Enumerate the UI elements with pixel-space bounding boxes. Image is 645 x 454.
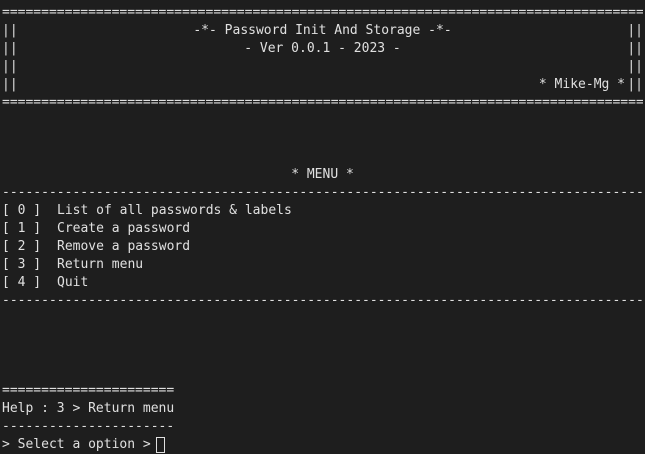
right-border: || bbox=[627, 59, 643, 74]
menu-top-rule: ----------------------------------------… bbox=[2, 185, 643, 200]
menu-bottom-rule: ----------------------------------------… bbox=[2, 293, 643, 308]
menu-item-create[interactable]: [ 1 ] Create a password bbox=[2, 220, 643, 238]
menu-item-label: Create a password bbox=[57, 221, 191, 236]
menu-item-index: [ 2 ] bbox=[2, 239, 42, 254]
help-bottom-rule: ---------------------- bbox=[2, 419, 175, 434]
menu-item-remove[interactable]: [ 2 ] Remove a password bbox=[2, 238, 643, 256]
help-top-rule: ====================== bbox=[2, 383, 175, 398]
menu-item-index: [ 0 ] bbox=[2, 203, 42, 218]
menu-item-label: Return menu bbox=[57, 257, 144, 272]
header-empty-row: || || bbox=[2, 58, 643, 76]
app-title: -*- Password Init And Storage -*- bbox=[193, 23, 452, 38]
menu-item-quit[interactable]: [ 4 ] Quit bbox=[2, 274, 643, 292]
menu-item-label: List of all passwords & labels bbox=[57, 203, 292, 218]
left-border: || bbox=[2, 59, 18, 74]
help-text: Help : 3 > Return menu bbox=[2, 401, 175, 416]
menu-item-index: [ 1 ] bbox=[2, 221, 42, 236]
menu-item-index: [ 3 ] bbox=[2, 257, 42, 272]
right-border: || bbox=[627, 77, 643, 92]
menu-item-list[interactable]: [ 0 ] List of all passwords & labels bbox=[2, 202, 643, 220]
menu-item-index: [ 4 ] bbox=[2, 275, 42, 290]
header-title-row: || -*- Password Init And Storage -*- || bbox=[2, 22, 643, 40]
menu-item-return[interactable]: [ 3 ] Return menu bbox=[2, 256, 643, 274]
right-border: || bbox=[627, 23, 643, 38]
header-bottom-rule: ========================================… bbox=[2, 95, 643, 110]
menu-item-label: Quit bbox=[57, 275, 89, 290]
left-border: || bbox=[2, 77, 18, 92]
prompt-label: > Select a option > bbox=[2, 437, 151, 452]
menu-title: * MENU * bbox=[291, 167, 354, 182]
menu-item-label: Remove a password bbox=[57, 239, 191, 254]
author-credit: * Mike-Mg * bbox=[538, 77, 625, 92]
terminal-window: ========================================… bbox=[2, 4, 643, 454]
header-top-rule: ========================================… bbox=[2, 5, 643, 20]
header-author-row: || * Mike-Mg * || bbox=[2, 76, 643, 94]
right-border: || bbox=[627, 41, 643, 56]
input-cursor[interactable] bbox=[155, 437, 165, 453]
app-version: - Ver 0.0.1 - 2023 - bbox=[244, 41, 401, 56]
command-prompt: > Select a option > bbox=[2, 436, 643, 454]
header-version-row: || - Ver 0.0.1 - 2023 - || bbox=[2, 40, 643, 58]
